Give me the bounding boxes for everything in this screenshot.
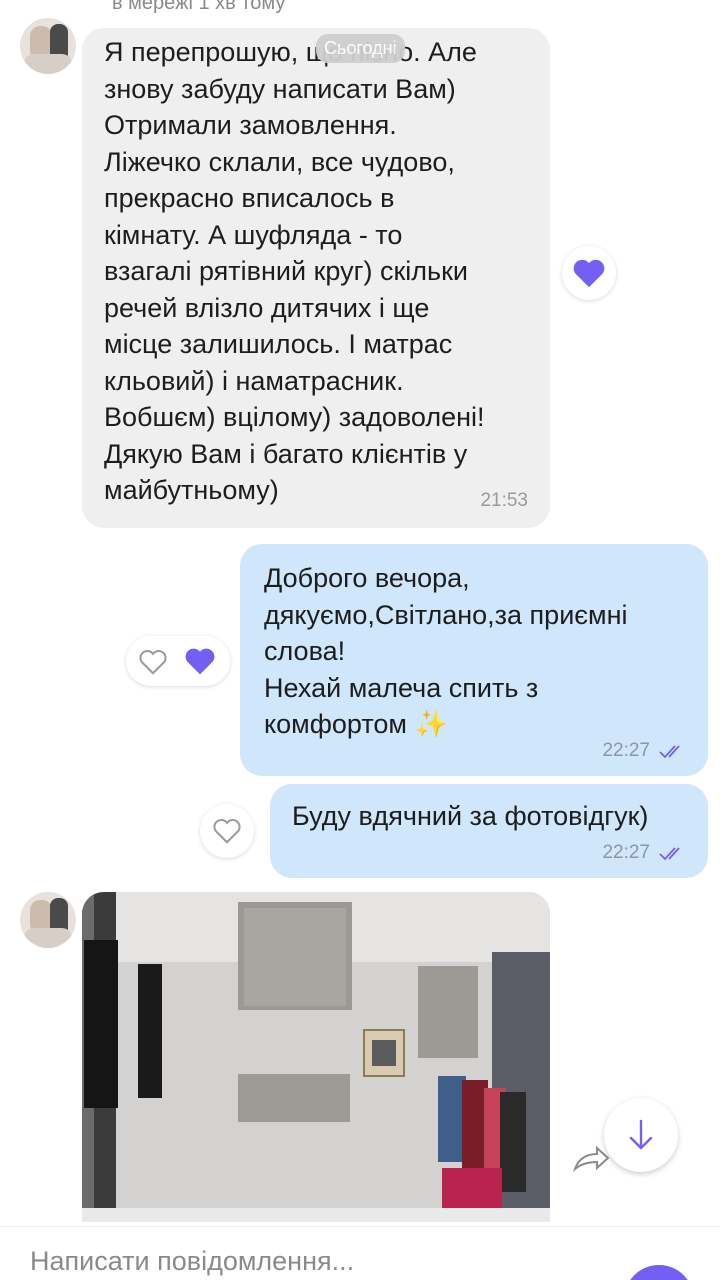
message-time: 22:27	[602, 842, 650, 863]
heart-filled-icon	[573, 259, 605, 288]
message-time: 21:53	[480, 490, 528, 511]
message-composer	[0, 1226, 720, 1280]
send-button[interactable]	[624, 1265, 694, 1280]
heart-outline-icon[interactable]	[138, 648, 168, 676]
date-separator: Сьогодні	[316, 34, 405, 63]
message-input[interactable]	[30, 1241, 590, 1280]
outgoing-message[interactable]: Буду вдячний за фотовідгук) 22:27	[270, 784, 708, 878]
reaction-button[interactable]	[200, 804, 254, 858]
message-time: 22:27	[602, 740, 650, 761]
incoming-message[interactable]: Я перепрошую, що пізно. Але знову забуду…	[82, 28, 550, 528]
message-text: Я перепрошую, що пізно. Але знову забуду…	[104, 37, 485, 505]
message-text: Буду вдячний за фотовідгук)	[292, 801, 649, 831]
read-checkmarks-icon	[659, 847, 680, 861]
photo-message[interactable]	[82, 892, 550, 1222]
read-checkmarks-icon	[659, 745, 680, 759]
reaction-button[interactable]	[562, 246, 616, 300]
arrow-down-icon	[629, 1119, 653, 1150]
contact-avatar[interactable]	[20, 892, 76, 948]
message-text: Доброго вечора, дякуємо,Світлано,за приє…	[264, 563, 628, 739]
forward-arrow-icon	[572, 1145, 610, 1173]
contact-avatar[interactable]	[20, 18, 76, 74]
scroll-down-button[interactable]	[604, 1098, 678, 1172]
outgoing-message[interactable]: Доброго вечора, дякуємо,Світлано,за приє…	[240, 544, 708, 776]
room-photo	[82, 892, 550, 1222]
heart-outline-icon	[213, 819, 241, 844]
contact-status: в мережі 1 хв тому	[112, 0, 286, 14]
heart-filled-icon	[185, 648, 215, 675]
reaction-group[interactable]	[126, 636, 230, 686]
